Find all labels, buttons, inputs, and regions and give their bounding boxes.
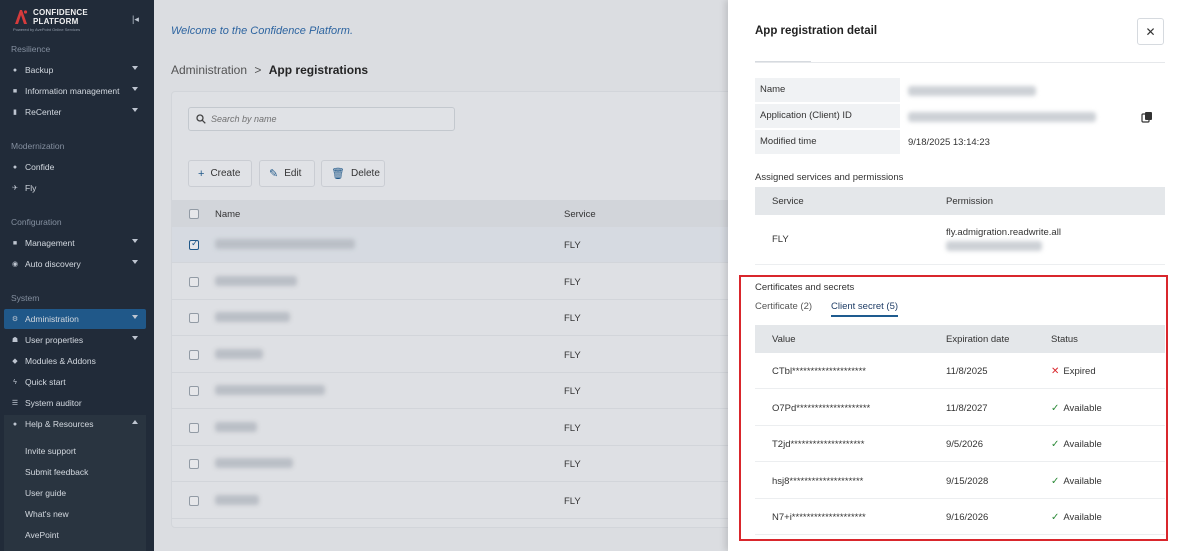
close-button[interactable]: ✕ (1137, 18, 1164, 45)
client-id-value-redacted (908, 112, 1096, 122)
assigned-service: FLY (772, 234, 789, 245)
close-icon: ✕ (1145, 24, 1156, 39)
column-header-service: Service (772, 196, 804, 207)
name-label: Name (755, 78, 900, 102)
highlight-box (739, 275, 1168, 541)
panel-title: App registration detail (755, 25, 878, 37)
assigned-services-title: Assigned services and permissions (755, 172, 904, 183)
overlay-backdrop[interactable] (0, 0, 728, 551)
client-id-label: Application (Client) ID (755, 104, 900, 128)
permission-secondary-redacted (946, 241, 1042, 251)
modified-time-label: Modified time (755, 130, 900, 154)
assigned-table-header: Service Permission (755, 187, 1165, 215)
divider (755, 62, 1165, 63)
assigned-permission: fly.admigration.readwrite.all (946, 227, 1061, 238)
assigned-row: FLY fly.admigration.readwrite.all (755, 215, 1165, 265)
copy-icon[interactable] (1141, 111, 1153, 123)
column-header-permission: Permission (946, 196, 993, 207)
modified-time-value: 9/18/2025 13:14:23 (908, 137, 990, 148)
name-value-redacted (908, 86, 1036, 96)
